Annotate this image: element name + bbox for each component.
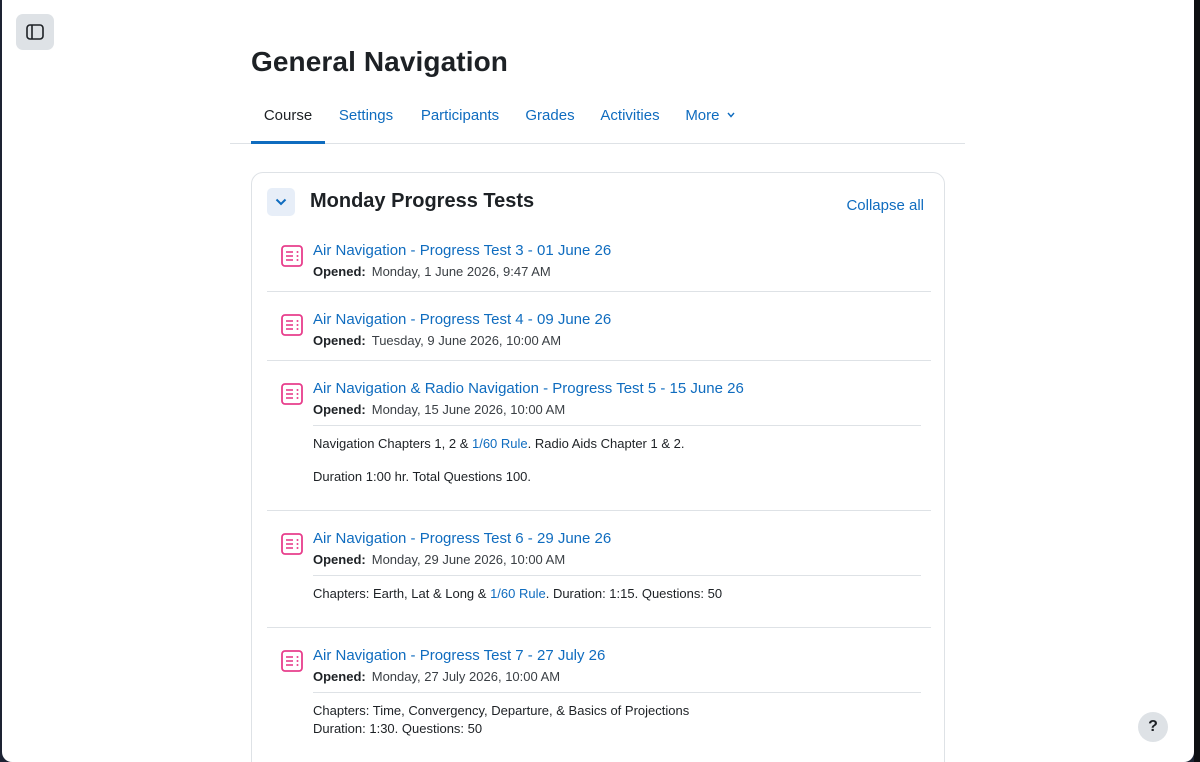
activity-link[interactable]: Air Navigation & Radio Navigation - Prog…	[313, 380, 744, 397]
quiz-icon	[281, 383, 303, 405]
description-line: Duration 1:00 hr. Total Questions 100.	[313, 469, 532, 484]
activity-dates: Opened: Monday, 29 June 2026, 10:00 AM	[313, 552, 565, 567]
opened-date: Monday, 1 June 2026, 9:47 AM	[371, 264, 551, 279]
rule-link[interactable]: 1/60 Rule	[472, 436, 528, 451]
opened-date: Monday, 29 June 2026, 10:00 AM	[371, 552, 566, 567]
chevron-down-icon	[275, 198, 287, 206]
activity-dates: Opened: Monday, 27 July 2026, 10:00 AM	[313, 669, 560, 684]
opened-label: Opened:	[313, 669, 366, 684]
quiz-icon	[281, 245, 303, 267]
quiz-icon	[281, 533, 303, 555]
tab-activities-label: Activities	[600, 107, 660, 124]
secondary-navigation: Course Settings Participants Grades Acti…	[230, 96, 965, 144]
tab-more-label: More	[685, 107, 720, 124]
tab-settings[interactable]: Settings	[338, 96, 394, 144]
opened-label: Opened:	[313, 552, 366, 567]
opened-label: Opened:	[313, 264, 366, 279]
tab-participants-label: Participants	[420, 107, 500, 124]
section-collapse-button[interactable]	[267, 188, 295, 216]
tab-grades-label: Grades	[525, 107, 575, 124]
activity-item: Air Navigation & Radio Navigation - Prog…	[267, 361, 931, 511]
opened-date: Tuesday, 9 June 2026, 10:00 AM	[371, 333, 562, 348]
sidebar-panel-icon	[26, 24, 44, 40]
activity-description: Chapters: Time, Convergency, Departure, …	[313, 692, 921, 748]
quiz-icon	[281, 314, 303, 336]
opened-date: Monday, 27 July 2026, 10:00 AM	[371, 669, 561, 684]
tab-course[interactable]: Course	[251, 96, 325, 144]
course-index-toggle-button[interactable]	[16, 14, 54, 50]
description-line: Duration: 1:30. Questions: 50	[313, 721, 483, 736]
description-line: Navigation Chapters 1, 2 & 1/60 Rule. Ra…	[313, 436, 684, 451]
opened-date: Monday, 15 June 2026, 10:00 AM	[371, 402, 566, 417]
activity-link[interactable]: Air Navigation - Progress Test 3 - 01 Ju…	[313, 242, 611, 259]
rule-link[interactable]: 1/60 Rule	[490, 586, 546, 601]
section-title: Monday Progress Tests	[310, 190, 535, 212]
opened-label: Opened:	[313, 333, 366, 348]
activity-description: Chapters: Earth, Lat & Long & 1/60 Rule.…	[313, 575, 921, 615]
activity-dates: Opened: Monday, 15 June 2026, 10:00 AM	[313, 402, 565, 417]
background-window-edge	[1194, 0, 1200, 762]
collapse-all-link[interactable]: Collapse all	[846, 197, 924, 214]
course-section: Monday Progress Tests Collapse all Air N…	[251, 172, 945, 762]
tab-settings-label: Settings	[338, 107, 394, 124]
tab-course-label: Course	[263, 107, 313, 124]
help-button[interactable]: ?	[1138, 712, 1168, 742]
activity-item: Air Navigation - Progress Test 6 - 29 Ju…	[267, 511, 931, 628]
description-text: . Radio Aids Chapter 1 & 2.	[527, 436, 685, 451]
activity-dates: Opened: Monday, 1 June 2026, 9:47 AM	[313, 264, 551, 279]
activity-description: Navigation Chapters 1, 2 & 1/60 Rule. Ra…	[313, 425, 921, 505]
activity-item: Air Navigation - Progress Test 4 - 09 Ju…	[267, 292, 931, 361]
activity-item: Air Navigation - Progress Test 3 - 01 Ju…	[267, 231, 931, 292]
tab-grades[interactable]: Grades	[524, 96, 576, 144]
activity-dates: Opened: Tuesday, 9 June 2026, 10:00 AM	[313, 333, 561, 348]
browser-window: General Navigation Course Settings Parti…	[2, 0, 1194, 762]
activity-item: Air Navigation - Progress Test 7 - 27 Ju…	[267, 628, 931, 748]
tab-participants[interactable]: Participants	[419, 96, 501, 144]
tab-activities[interactable]: Activities	[598, 96, 662, 144]
chevron-down-icon	[727, 112, 735, 118]
description-text: Navigation Chapters 1, 2 &	[313, 436, 472, 451]
page-title: General Navigation	[251, 46, 508, 77]
activity-link[interactable]: Air Navigation - Progress Test 4 - 09 Ju…	[313, 311, 611, 328]
activity-link[interactable]: Air Navigation - Progress Test 6 - 29 Ju…	[313, 530, 611, 547]
quiz-icon	[281, 650, 303, 672]
description-line: Chapters: Time, Convergency, Departure, …	[313, 703, 690, 718]
description-text: Chapters: Earth, Lat & Long &	[313, 586, 491, 601]
activity-link[interactable]: Air Navigation - Progress Test 7 - 27 Ju…	[313, 647, 605, 664]
tab-more[interactable]: More	[685, 96, 735, 144]
description-text: . Duration: 1:15. Questions: 50	[545, 586, 723, 601]
description-line: Chapters: Earth, Lat & Long & 1/60 Rule.…	[313, 586, 722, 601]
opened-label: Opened:	[313, 402, 366, 417]
